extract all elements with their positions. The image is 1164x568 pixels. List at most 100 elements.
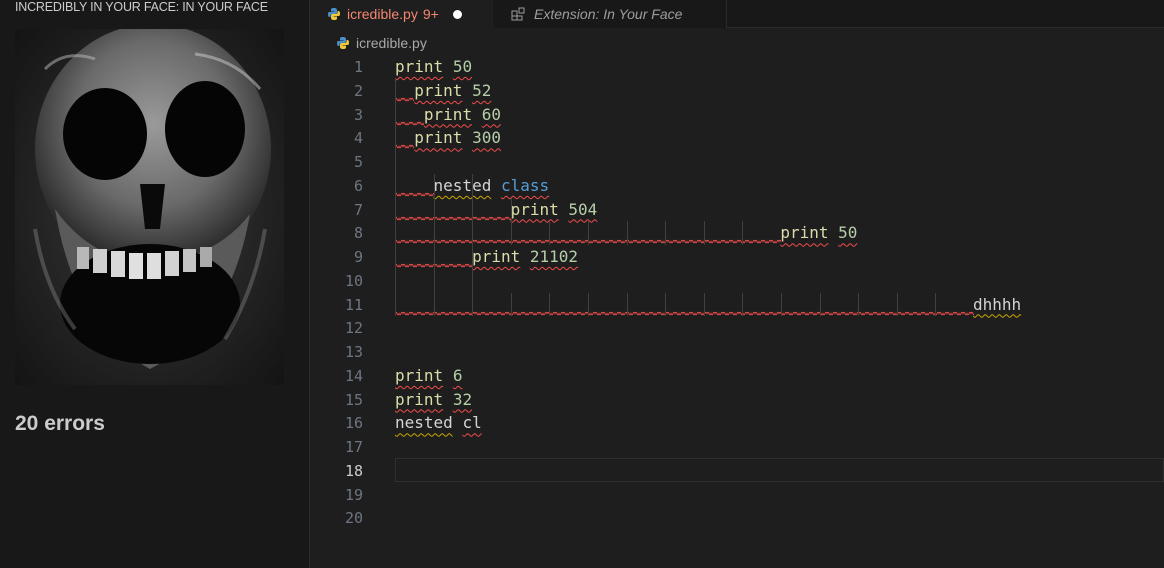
number-token: 300 <box>472 128 501 148</box>
code-line[interactable]: 16 nested cl <box>310 411 1164 435</box>
number-token: 50 <box>838 223 858 243</box>
indent-error-squiggle <box>395 192 434 196</box>
indent-guide <box>510 197 512 245</box>
panel-title: INCREDIBLY IN YOUR FACE: IN YOUR FACE <box>15 0 268 14</box>
identifier-token: nested <box>395 413 453 433</box>
code-line[interactable]: 11 dhhhh <box>310 293 1164 317</box>
line-number: 2 <box>353 81 363 100</box>
python-icon <box>337 37 349 49</box>
screaming-skull-image <box>15 29 284 385</box>
code-line[interactable]: 6 nested class <box>310 174 1164 198</box>
code-line[interactable]: 3 print 60 <box>310 103 1164 127</box>
code-text: print 50 <box>395 55 472 79</box>
print-token: print <box>472 247 521 266</box>
indent-guide <box>626 292 628 317</box>
line-number: 8 <box>353 224 363 243</box>
print-token: print <box>395 57 444 76</box>
indent-guide <box>395 78 396 317</box>
code-line[interactable]: 13 <box>310 340 1164 364</box>
code-line[interactable]: 14 print 6 <box>310 364 1164 388</box>
indent-guide <box>742 292 744 317</box>
indent-guide <box>781 292 782 317</box>
code-line[interactable]: 5 <box>310 150 1164 174</box>
indent-guide <box>742 221 744 245</box>
indent-guide <box>588 292 589 317</box>
code-line[interactable]: 4 print 300 <box>310 126 1164 150</box>
indent-guide <box>935 292 937 317</box>
line-number: 16 <box>344 414 363 433</box>
line-number: 10 <box>344 271 363 290</box>
code-line[interactable]: 8 print 50 <box>310 221 1164 245</box>
code-line[interactable]: 17 <box>310 435 1164 459</box>
extension-panel: INCREDIBLY IN YOUR FACE: IN YOUR FACE 20… <box>0 0 310 568</box>
indent-guide <box>665 292 667 317</box>
indent-guide <box>626 221 628 245</box>
code-line[interactable]: 1 print 50 <box>310 55 1164 79</box>
line-number: 18 <box>344 461 363 480</box>
identifier-token: dhhhh <box>972 294 1022 314</box>
number-token: 6 <box>452 365 463 385</box>
line-number: 11 <box>344 295 363 314</box>
print-token: print <box>510 199 559 219</box>
indent-guide <box>510 292 512 317</box>
indent-guide <box>665 221 667 245</box>
line-number: 5 <box>353 153 363 171</box>
line-number: 3 <box>353 105 363 124</box>
indent-guide <box>703 221 705 245</box>
indent-error-squiggle <box>395 145 415 149</box>
line-number: 1 <box>353 58 363 76</box>
indent-guide <box>819 292 821 317</box>
code-editor[interactable]: 1 print 50 2 print 52 3 print 60 4 print 300… <box>310 55 1164 568</box>
code-line[interactable]: 12 <box>310 316 1164 340</box>
line-number: 9 <box>353 248 363 266</box>
code-line[interactable]: 19 <box>310 483 1164 507</box>
indent-guide <box>896 292 898 317</box>
tab-extension-in-your-face[interactable]: Extension: In Your Face <box>494 0 727 28</box>
current-line-highlight <box>395 457 1164 482</box>
breadcrumb-file: icredible.py <box>356 35 427 51</box>
line-number: 19 <box>344 485 363 504</box>
breadcrumb[interactable]: icredible.py <box>336 33 427 53</box>
code-line[interactable]: 18 <box>310 457 1164 483</box>
line-number: 4 <box>353 129 363 148</box>
indent-guide <box>549 221 551 245</box>
indent-guide <box>858 292 860 317</box>
code-text: nested cl <box>395 411 482 435</box>
code-line[interactable]: 20 <box>310 506 1164 530</box>
number-token: 60 <box>481 104 501 124</box>
print-token: print <box>780 223 829 243</box>
identifier-token: nested <box>433 175 492 195</box>
tab-icredible-py[interactable]: icredible.py 9+ <box>310 0 493 28</box>
number-token: 50 <box>452 57 473 76</box>
tab-label: Extension: In Your Face <box>534 6 683 22</box>
indent-guide <box>433 173 435 317</box>
editor-tab-bar: icredible.py 9+ Extension: In Your Face <box>310 0 1164 28</box>
code-line[interactable]: 2 print 52 <box>310 79 1164 103</box>
line-number: 13 <box>344 343 363 361</box>
code-line[interactable]: 9 print 21102 <box>310 245 1164 269</box>
code-text: print 6 <box>395 364 462 388</box>
number-token: 504 <box>568 199 598 219</box>
indent-guide <box>472 245 474 317</box>
python-icon <box>328 8 340 20</box>
number-token: 52 <box>472 80 492 100</box>
indent-error-squiggle <box>395 97 415 101</box>
line-number: 7 <box>353 200 363 219</box>
code-text: print 32 <box>395 388 472 412</box>
line-number: 20 <box>344 509 363 528</box>
line-number: 14 <box>344 366 363 385</box>
problem-badge: 9+ <box>422 6 439 22</box>
indent-guide <box>588 221 589 245</box>
code-line[interactable]: 15 print 32 <box>310 388 1164 412</box>
code-line[interactable]: 10 <box>310 269 1164 293</box>
print-token: print <box>423 104 473 124</box>
number-token: 21102 <box>529 247 579 266</box>
modified-dot-icon[interactable] <box>452 9 462 19</box>
identifier-token: cl <box>462 413 482 433</box>
indent-error-squiggle <box>395 311 974 315</box>
code-line[interactable]: 7 print 504 <box>310 198 1164 222</box>
print-token: print <box>395 389 444 409</box>
keyword-token: class <box>500 175 550 195</box>
extension-icon <box>511 7 525 21</box>
indent-error-squiggle <box>395 216 511 220</box>
